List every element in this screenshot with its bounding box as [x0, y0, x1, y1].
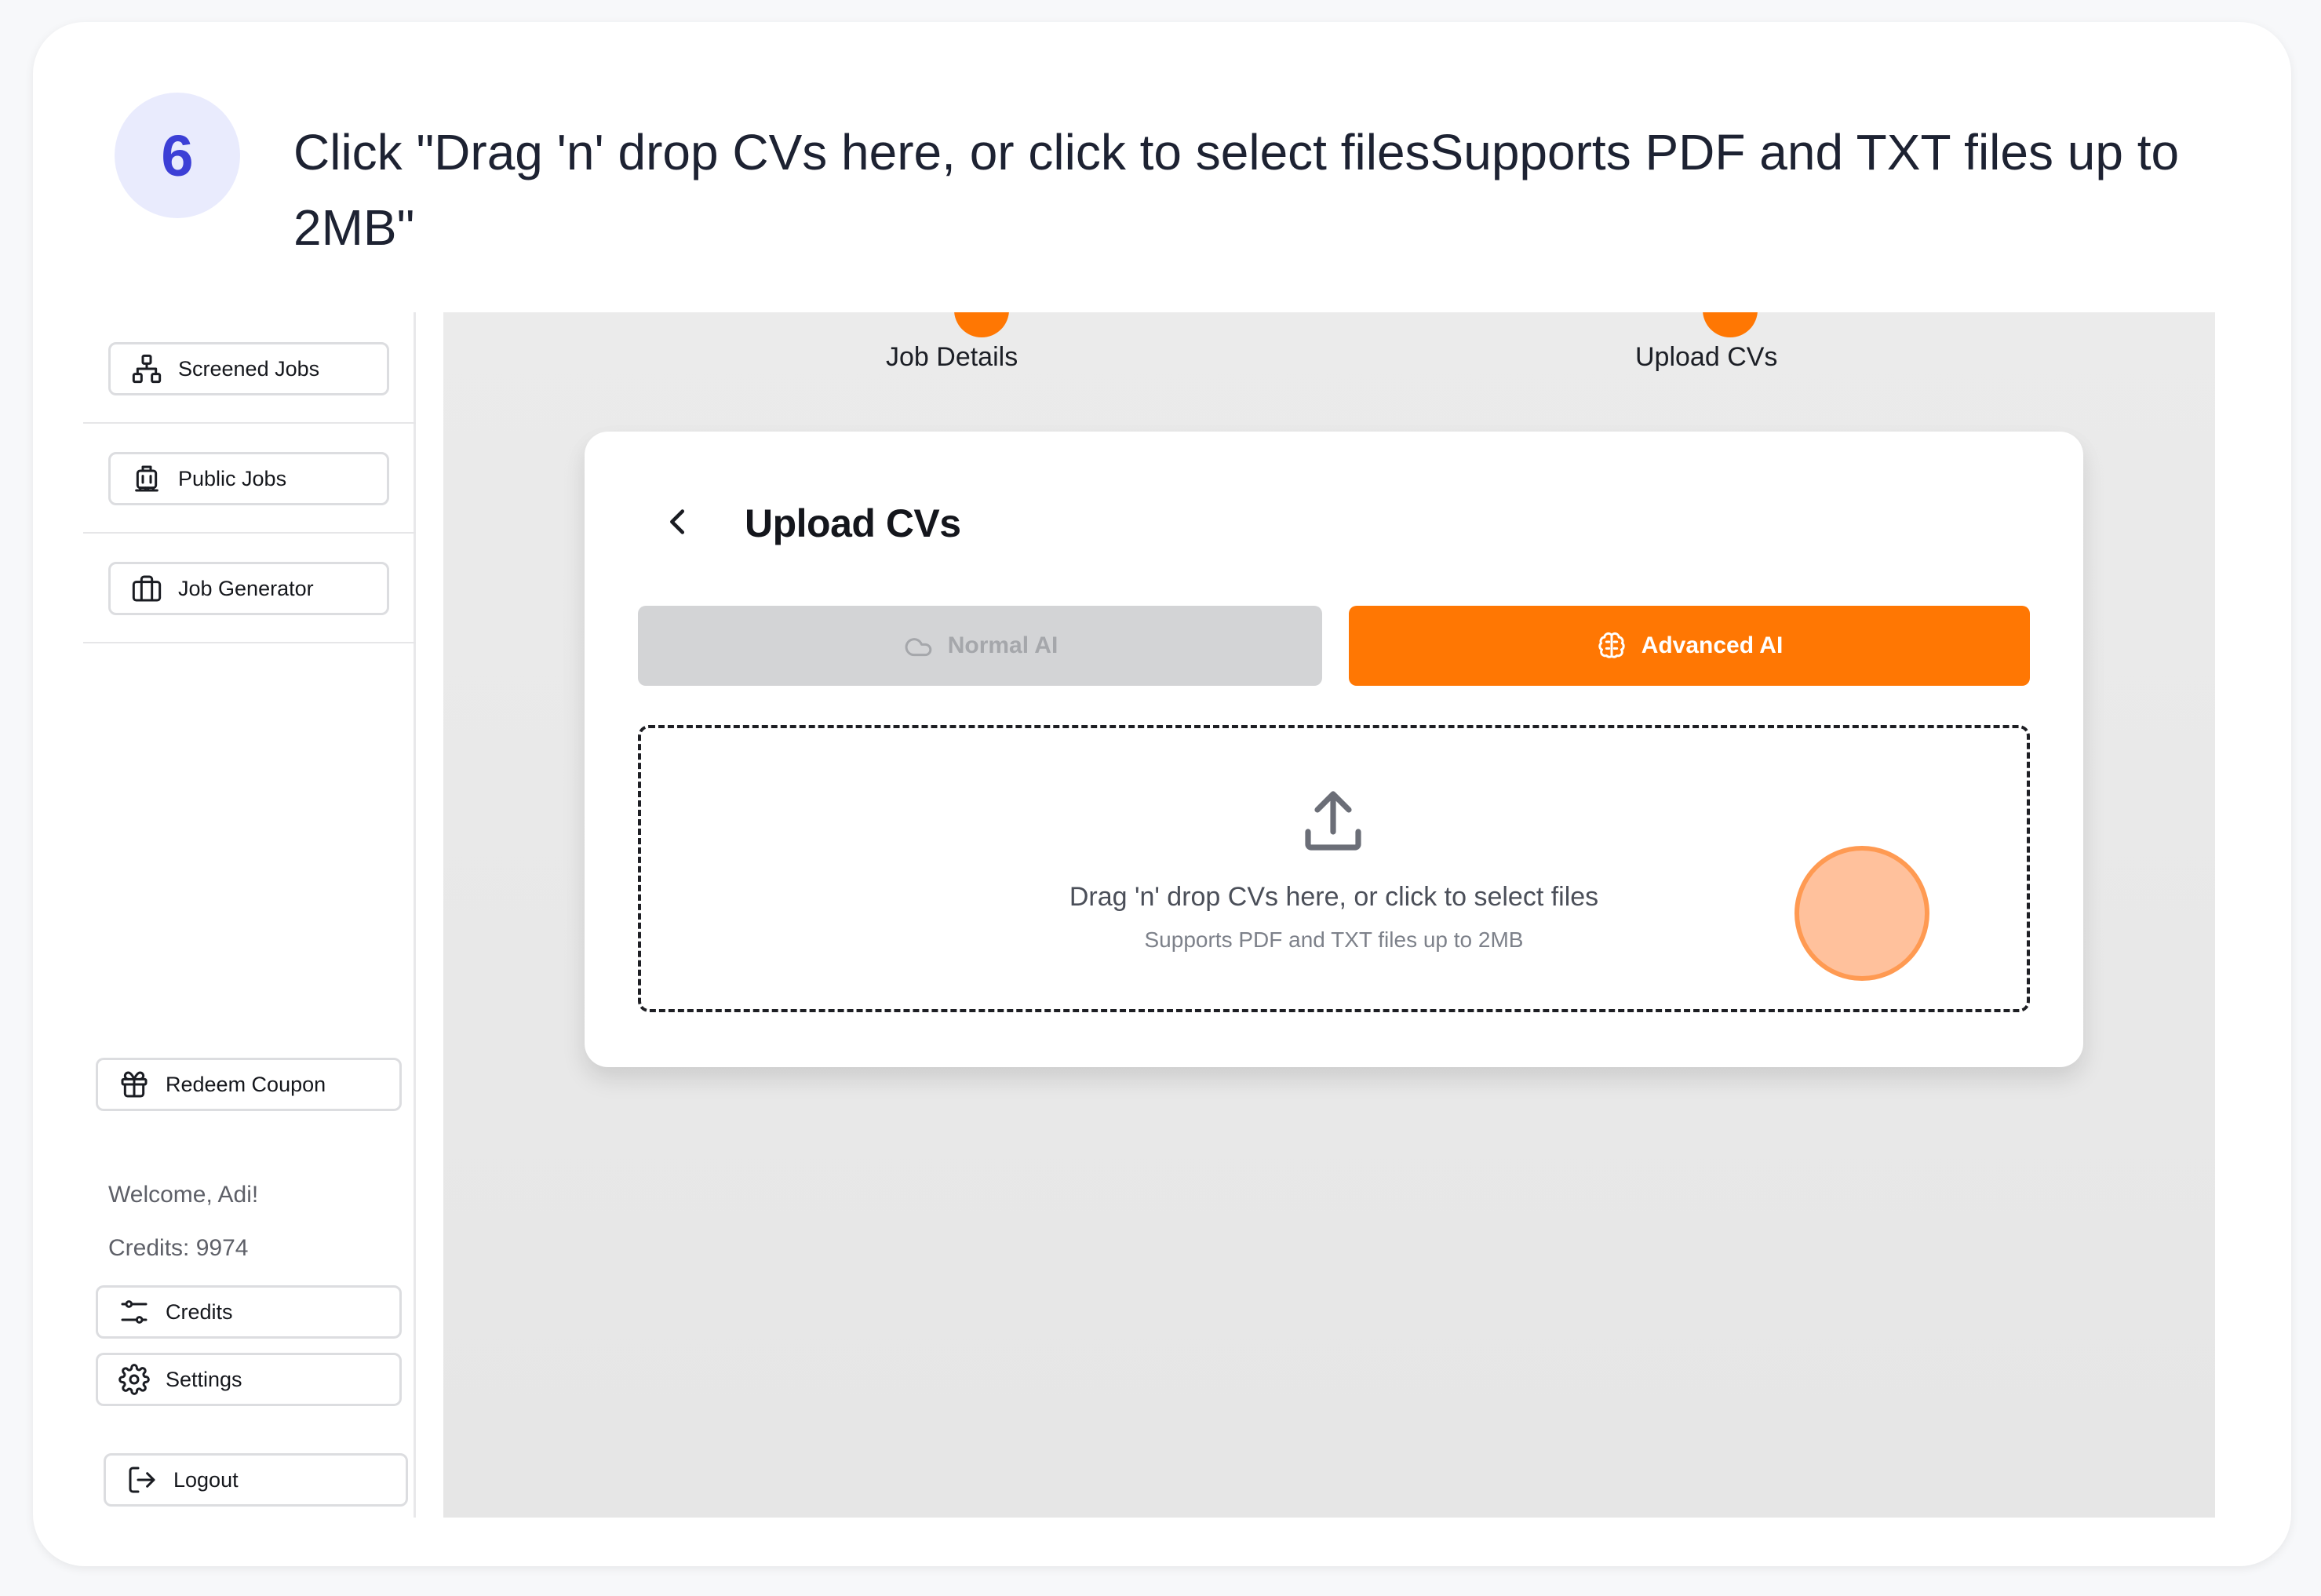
step-label-job-details: Job Details: [886, 342, 1018, 372]
settings-label: Settings: [166, 1367, 242, 1391]
step-instruction: Click "Drag 'n' drop CVs here, or click …: [293, 124, 2180, 256]
main-content: Job Details Upload CVs Upload CVs Normal…: [443, 312, 2215, 1518]
page-edge: [2215, 312, 2241, 1518]
app-screenshot: Screened Jobs Public Jobs Job Generator …: [83, 312, 2241, 1518]
sliders-icon: [118, 1296, 150, 1328]
sidebar-divider: [83, 422, 416, 424]
redeem-coupon-button[interactable]: Redeem Coupon: [96, 1058, 402, 1111]
sidebar-divider: [83, 532, 416, 534]
briefcase-icon: [131, 573, 162, 604]
logout-icon: [126, 1464, 158, 1496]
credits-label: Credits: [166, 1299, 233, 1324]
logout-label: Logout: [173, 1467, 239, 1492]
step-number-badge: 6: [115, 93, 240, 218]
logout-button[interactable]: Logout: [104, 1453, 408, 1507]
back-button[interactable]: [660, 504, 696, 540]
advanced-ai-label: Advanced AI: [1641, 632, 1784, 658]
sidebar-divider: [83, 642, 416, 643]
sidebar-item-screened-jobs[interactable]: Screened Jobs: [108, 342, 389, 395]
cloud-icon: [902, 630, 934, 661]
upload-cvs-panel: Upload CVs Normal AI Advanced AI Drag 'n…: [585, 432, 2083, 1067]
step-indicator-job-details[interactable]: [954, 312, 1009, 337]
sidebar: Screened Jobs Public Jobs Job Generator …: [83, 312, 416, 1518]
luggage-icon: [131, 463, 162, 494]
sidebar-item-public-jobs[interactable]: Public Jobs: [108, 452, 389, 505]
gear-icon: [118, 1364, 150, 1395]
cv-dropzone[interactable]: Drag 'n' drop CVs here, or click to sele…: [638, 725, 2030, 1012]
upload-icon: [1305, 791, 1361, 851]
click-indicator: [1794, 846, 1929, 981]
panel-title: Upload CVs: [745, 501, 961, 545]
chevron-left-icon: [670, 509, 685, 534]
normal-ai-label: Normal AI: [947, 632, 1058, 658]
sidebar-item-label: Screened Jobs: [178, 356, 320, 381]
brain-icon: [1596, 630, 1627, 661]
sidebar-item-job-generator[interactable]: Job Generator: [108, 562, 389, 615]
step-indicator-upload-cvs[interactable]: [1703, 312, 1758, 337]
settings-button[interactable]: Settings: [96, 1353, 402, 1406]
credits-balance: Credits: 9974: [108, 1235, 249, 1261]
sidebar-item-label: Job Generator: [178, 576, 314, 600]
welcome-text: Welcome, Adi!: [108, 1182, 259, 1208]
redeem-coupon-label: Redeem Coupon: [166, 1072, 326, 1096]
sidebar-item-label: Public Jobs: [178, 466, 287, 490]
gift-icon: [118, 1069, 150, 1100]
credits-button[interactable]: Credits: [96, 1285, 402, 1339]
advanced-ai-button[interactable]: Advanced AI: [1349, 606, 2030, 686]
step-label-upload-cvs: Upload CVs: [1635, 342, 1778, 372]
normal-ai-button[interactable]: Normal AI: [638, 606, 1322, 686]
sitemap-icon: [131, 353, 162, 384]
